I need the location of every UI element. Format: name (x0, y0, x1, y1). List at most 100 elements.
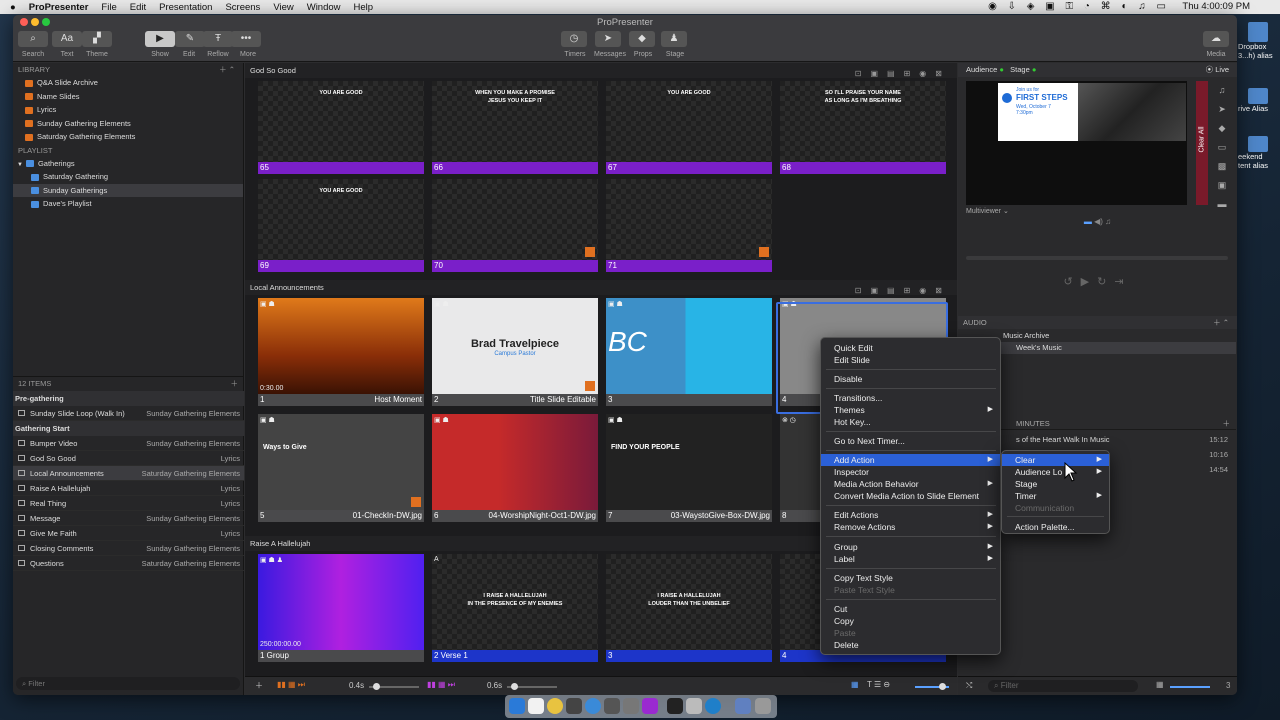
desktop-alias-drive[interactable]: rive Alias (1238, 88, 1278, 122)
audience-preview[interactable]: Join us for FIRST STEPS Wed, October 7 7… (966, 81, 1187, 205)
list-item[interactable]: Questions Saturday Gathering Elements (13, 556, 244, 571)
browser-icon[interactable] (705, 698, 721, 714)
slider-knob[interactable] (511, 683, 518, 690)
menu-delete[interactable]: Delete (821, 639, 1000, 651)
list-item[interactable]: Raise A Hallelujah Lyrics (13, 481, 244, 496)
multiviewer-select[interactable]: Multiviewer ⌄ (966, 207, 1009, 215)
menu-edit-slide[interactable]: Edit Slide (821, 354, 1000, 366)
stage-button[interactable]: ♟ (661, 31, 687, 47)
settings-icon[interactable] (604, 698, 620, 714)
view-options-icons[interactable]: T ☰ ⊖ (867, 680, 890, 689)
section-toolbar-icons[interactable]: ⊡▣▤⊞◉⊠ (855, 66, 951, 81)
menu-window[interactable]: Window (307, 2, 341, 13)
list-item[interactable]: Sunday Slide Loop (Walk In) Sunday Gather… (13, 406, 244, 421)
media-progress-bar[interactable] (966, 256, 1228, 260)
menu-go-to-next-timer[interactable]: Go to Next Timer... (821, 435, 1000, 447)
slide-thumbnail[interactable]: Ways to Give ▣ ☗ 5 01-CheckIn-DW.jpg (258, 414, 424, 522)
slide-thumbnail[interactable]: FIND YOUR PEOPLE ▣ ☗ 7 03-WaystoGive-Box-DW… (606, 414, 772, 522)
shuffle-icon[interactable]: ⤭ (966, 681, 972, 691)
slide-thumbnail[interactable]: BC ▣ ☗ 3 (606, 298, 772, 406)
menu-view[interactable]: View (273, 2, 293, 13)
propresenter-icon[interactable] (623, 698, 639, 714)
library-item[interactable]: Name Slides (13, 90, 243, 104)
apple-icon[interactable]: ● (10, 2, 16, 13)
slide-thumbnail[interactable]: ▣ ☗ 6 04-WorshipNight-Oct1-DW.jpg (432, 414, 598, 522)
menu-label-item[interactable]: Label ▶ (821, 553, 1000, 565)
menu-remove-actions[interactable]: Remove Actions ▶ (821, 521, 1000, 533)
slide-thumbnail[interactable]: SO I'LL PRAISE YOUR NAME AS LONG AS I'M … (780, 81, 946, 174)
stage-label[interactable]: Stage (1010, 65, 1030, 74)
menu-clock[interactable]: Thu 4:00:09 PM (1182, 1, 1250, 12)
library-item[interactable]: Q&A Slide Archive (13, 76, 243, 90)
menu-hot-key[interactable]: Hot Key... (821, 416, 1000, 428)
media-tabs[interactable]: ▬ ◀) ♫ (958, 217, 1237, 231)
terminal-icon[interactable] (667, 698, 683, 714)
menu-disable[interactable]: Disable (821, 373, 1000, 385)
submenu-clear[interactable]: Clear ▶ (1002, 454, 1109, 466)
app-icon[interactable] (566, 698, 582, 714)
menu-screens[interactable]: Screens (225, 2, 260, 13)
video-tab-icon[interactable]: ▬ (1084, 217, 1092, 226)
slider-knob[interactable] (373, 683, 380, 690)
transition-icons[interactable]: ▮▮ ▦ ⏭ (427, 680, 455, 690)
clear-all-button[interactable]: Clear All (1196, 81, 1208, 205)
more-button[interactable]: ••• (231, 31, 261, 47)
minimized-window-icon[interactable] (735, 698, 751, 714)
library-item[interactable]: Lyrics (13, 103, 243, 117)
music-tab-icon[interactable]: ♫ (1105, 217, 1111, 226)
list-item[interactable]: Bumper Video Sunday Gathering Elements (13, 436, 244, 451)
menu-presentation[interactable]: Presentation (159, 2, 212, 13)
list-item[interactable]: Message Sunday Gathering Elements (13, 511, 244, 526)
list-item-selected[interactable]: Local Announcements Saturday Gathering El… (13, 466, 244, 481)
menu-edit[interactable]: Edit (130, 2, 146, 13)
speed-slider-1[interactable] (369, 683, 419, 690)
music-app-icon[interactable] (528, 698, 544, 714)
menu-themes[interactable]: Themes ▶ (821, 404, 1000, 416)
chrome-icon[interactable] (547, 698, 563, 714)
add-icon[interactable]: ＋ ⌃ (1213, 316, 1229, 329)
submenu-audience-look[interactable]: Audience Lo ▶ (1002, 466, 1109, 478)
playlist-item-selected[interactable]: Sunday Gatherings (13, 183, 243, 197)
slide-thumbnail[interactable]: YOU ARE GOOD 67 (606, 81, 772, 174)
search-button[interactable]: ⌕ (18, 31, 48, 47)
theme-button[interactable]: ▞ (82, 31, 112, 47)
menu-copy[interactable]: Copy (821, 615, 1000, 627)
grid-view-icon[interactable]: ▦ (851, 680, 859, 689)
filter-field[interactable]: ⌕ Filter (16, 677, 240, 690)
desktop-alias-weekend[interactable]: eekend tent alias (1238, 136, 1278, 180)
reflow-mode-button[interactable]: Ŧ (203, 31, 233, 47)
speed-slider-2[interactable] (507, 683, 557, 690)
audio-item-selected[interactable]: Week's Music (998, 342, 1236, 354)
slide-thumbnail[interactable]: YOU ARE GOOD 65 (258, 81, 424, 174)
add-icon[interactable]: ＋ (1223, 417, 1231, 430)
list-item[interactable]: Give Me Faith Lyrics (13, 526, 244, 541)
live-label[interactable]: ⦿ Live (1206, 63, 1229, 77)
menu-add-action[interactable]: Add Action ▶ (821, 454, 1000, 466)
library-item[interactable]: Sunday Gathering Elements (13, 117, 243, 131)
menu-media-action-behavior[interactable]: Media Action Behavior ▶ (821, 478, 1000, 490)
menu-app-name[interactable]: ProPresenter (29, 2, 89, 13)
menu-cut[interactable]: Cut (821, 603, 1000, 615)
props-button[interactable]: ◆ (629, 31, 655, 47)
menu-file[interactable]: File (101, 2, 116, 13)
list-item[interactable]: Real Thing Lyrics (13, 496, 244, 511)
disclosure-icon[interactable]: ▼ (17, 162, 23, 168)
submenu-stage[interactable]: Stage (1002, 478, 1109, 490)
slide-thumbnail[interactable]: Brad Travelpiece Campus Pastor ▣ ☗ 2 Title S… (432, 298, 598, 406)
preview-icon[interactable] (686, 698, 702, 714)
audio-zoom-slider[interactable] (1170, 686, 1210, 688)
playlist-folder[interactable]: ▼ Gatherings (13, 157, 243, 171)
slide-thumbnail[interactable]: I RAISE A HALLELUJAH LOUDER THAN THE UNB… (606, 554, 772, 662)
audience-label[interactable]: Audience (966, 65, 997, 74)
menu-group[interactable]: Group ▶ (821, 541, 1000, 553)
desktop-alias-dropbox[interactable]: Dropbox 3...h) alias (1238, 22, 1278, 72)
submenu-action-palette[interactable]: Action Palette... (1002, 521, 1109, 533)
list-item[interactable]: God So Good Lyrics (13, 451, 244, 466)
slide-thumbnail[interactable]: 70 (432, 179, 598, 272)
messages-button[interactable]: ➤ (595, 31, 621, 47)
edit-mode-button[interactable]: ✎ (175, 31, 205, 47)
list-item[interactable]: Closing Comments Sunday Gathering Element… (13, 541, 244, 556)
clear-icons-column[interactable]: ♫ ➤ ◆ ▭ ▩ ▣ ▬ (1212, 81, 1232, 214)
audio-filter-field[interactable]: ⌕ Filter (988, 680, 1138, 692)
loop-icon[interactable]: ▮▮ ▦ ⏭ (277, 680, 305, 690)
